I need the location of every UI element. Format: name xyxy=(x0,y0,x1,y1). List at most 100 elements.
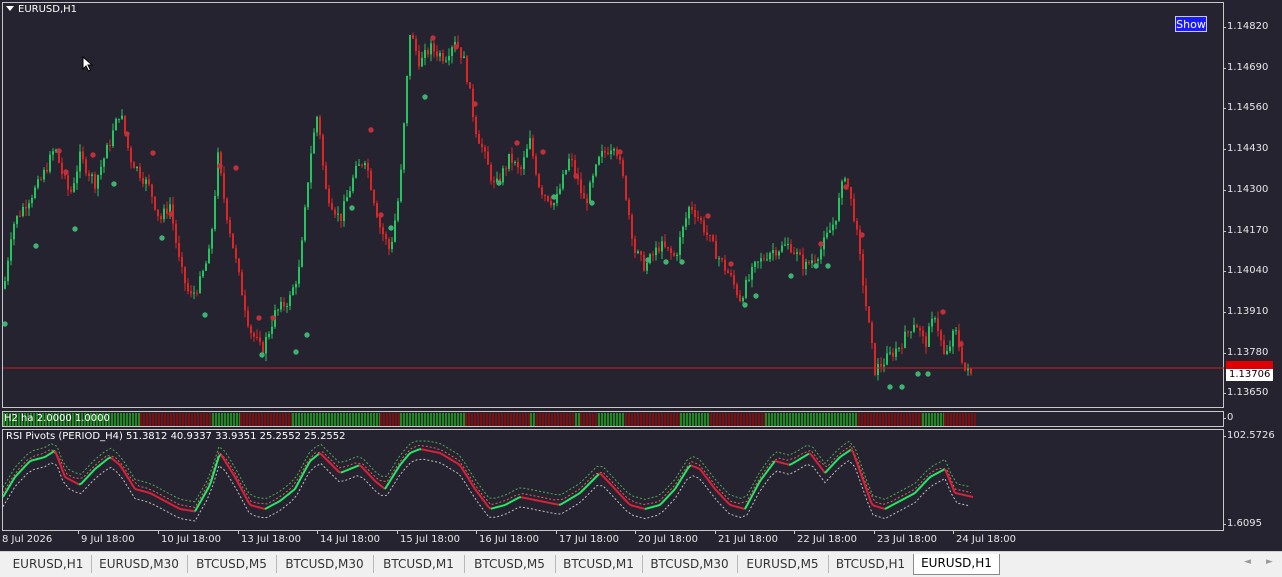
price-tick-label: 1.13780 xyxy=(1227,347,1268,358)
ha-bar xyxy=(386,413,388,426)
candle-body xyxy=(622,160,624,176)
candle-body xyxy=(673,253,675,256)
candle-body xyxy=(835,221,837,225)
price-axis[interactable]: 1.148201.146901.145601.144301.143001.141… xyxy=(1225,2,1282,408)
ha-bar xyxy=(176,413,178,426)
ha-bar xyxy=(563,413,565,426)
candle-body xyxy=(604,151,606,153)
ha-bar xyxy=(885,413,887,426)
candle-body xyxy=(613,149,615,150)
rsi-line-segment xyxy=(563,502,565,503)
ha-bar xyxy=(135,413,137,426)
ha-bar xyxy=(643,413,645,426)
chart-tab[interactable]: BTCUSD,M5 xyxy=(464,555,556,573)
ha-bar xyxy=(542,413,544,426)
tab-scroll-left-icon[interactable]: ◄ xyxy=(1244,557,1251,567)
time-axis[interactable]: 8 Jul 20269 Jul 18:0010 Jul 18:0013 Jul … xyxy=(0,531,1225,549)
rsi-line-segment xyxy=(473,486,475,489)
rsi-line-segment xyxy=(465,473,467,476)
rsi-line-segment xyxy=(449,458,451,459)
candle-body xyxy=(283,302,285,307)
rsi-line-segment xyxy=(79,484,81,485)
ha-bar xyxy=(155,413,157,426)
rsi-line-segment xyxy=(303,470,305,474)
candle-body xyxy=(658,248,660,252)
candle-body xyxy=(298,267,300,284)
ha-bar xyxy=(295,413,297,426)
candle-body xyxy=(133,162,135,168)
tab-scroll-right-icon[interactable]: ► xyxy=(1266,557,1273,567)
rsi-line-segment xyxy=(379,484,381,486)
chart-tab[interactable]: EURUSD,M5 xyxy=(737,555,829,573)
chart-tab[interactable]: BTCUSD,H1 xyxy=(828,555,914,573)
candle-body xyxy=(382,227,384,234)
candle-body xyxy=(505,168,507,169)
sell-signal-dot xyxy=(540,149,545,154)
rsi-line-segment xyxy=(245,496,247,500)
ha-bar xyxy=(959,413,961,426)
candle-body xyxy=(394,220,396,241)
ha-bar xyxy=(406,413,408,426)
candle-body xyxy=(88,173,90,176)
rsi-line-segment xyxy=(795,461,797,462)
rsi-line-segment xyxy=(459,464,461,466)
rsi-line-segment xyxy=(819,465,821,468)
chart-tab[interactable]: EURUSD,M30 xyxy=(91,555,188,573)
chart-tab[interactable]: BTCUSD,M30 xyxy=(276,555,374,573)
candle-body xyxy=(916,325,918,328)
rsi-line-segment xyxy=(75,482,77,483)
candle-body xyxy=(778,252,780,256)
rsi-line-segment xyxy=(237,481,239,485)
rsi-line-segment xyxy=(817,462,819,465)
time-tick-label: 21 Jul 18:00 xyxy=(718,534,778,545)
rsi-line-segment xyxy=(479,494,481,497)
candle-body xyxy=(520,167,522,169)
ha-bar xyxy=(837,413,839,426)
rsi-line-segment xyxy=(3,494,5,497)
ha-bar xyxy=(625,413,627,426)
rsi-line-segment xyxy=(477,492,479,495)
rsi-line-segment xyxy=(227,464,229,467)
rsi-line-segment xyxy=(735,506,737,507)
ha-bar xyxy=(749,413,751,426)
rsi-line-segment xyxy=(5,490,7,493)
ha-bar xyxy=(971,413,973,426)
candle-body xyxy=(346,197,348,201)
candle-body xyxy=(811,261,813,264)
rsi-line-segment xyxy=(313,457,315,459)
ha-bar xyxy=(403,413,405,426)
candle-body xyxy=(676,255,678,256)
rsi-line-segment xyxy=(197,504,199,508)
candle-body xyxy=(580,179,582,193)
ha-bar xyxy=(276,413,278,426)
candle-body xyxy=(16,216,18,224)
ha-bar xyxy=(454,413,456,426)
ha-bar xyxy=(421,413,423,426)
rsi-line-segment xyxy=(727,502,729,504)
candle-body xyxy=(373,190,375,203)
chart-tab[interactable]: EURUSD,H1 xyxy=(5,555,92,573)
chart-tab[interactable]: BTCUSD,M1 xyxy=(373,555,465,573)
candle-body xyxy=(253,333,255,337)
ha-bar xyxy=(631,413,633,426)
ha-bar xyxy=(240,413,242,426)
chart-tab[interactable]: EURUSD,H1 xyxy=(913,554,1000,575)
chart-tab[interactable]: BTCUSD,M30 xyxy=(642,555,738,573)
chart-tab[interactable]: BTCUSD,M1 xyxy=(555,555,643,573)
candle-body xyxy=(535,156,537,174)
candle-body xyxy=(793,252,795,253)
ha-bar xyxy=(358,413,360,426)
rsi-line-segment xyxy=(855,457,857,463)
rsi-line-segment xyxy=(285,495,287,497)
candle-body xyxy=(352,178,354,191)
candle-body xyxy=(757,262,759,263)
rsi-line-segment xyxy=(407,454,409,456)
candle-body xyxy=(277,310,279,311)
candle-body xyxy=(928,327,930,347)
rsi-line-segment xyxy=(781,463,783,464)
chart-tab[interactable]: BTCUSD,M5 xyxy=(187,555,277,573)
buy-signal-dot xyxy=(887,384,892,389)
rsi-line-segment xyxy=(415,450,417,451)
rsi-line-segment xyxy=(45,456,47,457)
rsi-line-segment xyxy=(393,473,395,476)
